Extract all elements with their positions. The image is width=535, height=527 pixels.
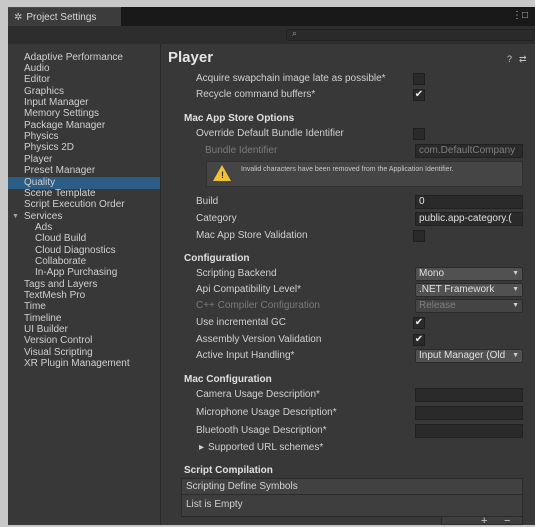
warning-box: ! Invalid characters have been removed f…	[206, 161, 523, 187]
active-input-label: Active Input Handling*	[196, 350, 295, 361]
page-title: Player	[168, 49, 214, 66]
settings-sidebar: Adaptive Performance Audio Editor Graphi…	[8, 44, 160, 525]
row-active-input: Active Input Handling* Input Manager (Ol…	[161, 348, 535, 364]
cpp-compiler-dropdown[interactable]: Release ▼	[415, 299, 523, 313]
sidebar-item-script-execution-order[interactable]: Script Execution Order	[24, 199, 125, 211]
row-assembly-validation: Assembly Version Validation ✔	[161, 332, 535, 348]
microphone-usage-label: Microphone Usage Description*	[196, 407, 337, 418]
row-acquire-swapchain: Acquire swapchain image late as possible…	[161, 71, 535, 87]
mac-app-store-validation-label: Mac App Store Validation	[196, 230, 308, 241]
row-api-compat: Api Compatibility Level* .NET Framework ▼	[161, 282, 535, 298]
build-field[interactable]: 0	[415, 195, 523, 209]
recycle-buffers-checkbox[interactable]: ✔	[413, 89, 425, 101]
sidebar-item-physics-2d[interactable]: Physics 2D	[24, 142, 74, 154]
bluetooth-usage-field[interactable]	[415, 424, 523, 438]
api-compat-dropdown[interactable]: .NET Framework ▼	[415, 283, 523, 297]
assembly-validation-checkbox[interactable]: ✔	[413, 334, 425, 346]
chevron-down-icon: ▼	[512, 286, 519, 293]
sidebar-item-memory-settings[interactable]: Memory Settings	[24, 108, 99, 120]
bluetooth-usage-label: Bluetooth Usage Description*	[196, 425, 327, 436]
define-symbols-list: List is Empty	[181, 495, 523, 517]
sidebar-item-editor[interactable]: Editor	[24, 74, 50, 86]
row-microphone-usage: Microphone Usage Description*	[161, 405, 535, 421]
gear-icon: ✲	[14, 11, 23, 23]
row-category: Category public.app-category.(	[161, 211, 535, 227]
remove-symbol-button[interactable]: −	[504, 516, 510, 527]
sidebar-item-version-control[interactable]: Version Control	[24, 335, 92, 347]
category-label: Category	[196, 213, 237, 224]
chevron-down-icon: ▼	[512, 302, 519, 309]
help-icon[interactable]: ?	[507, 54, 512, 64]
acquire-swapchain-label: Acquire swapchain image late as possible…	[196, 73, 386, 84]
mac-app-store-header: Mac App Store Options	[184, 113, 295, 124]
scripting-backend-value: Mono	[419, 268, 445, 279]
sidebar-item-time[interactable]: Time	[24, 301, 46, 313]
override-bundle-checkbox[interactable]	[413, 128, 425, 140]
sidebar-item-preset-manager[interactable]: Preset Manager	[24, 165, 95, 177]
tab-title: Project Settings	[26, 11, 97, 23]
acquire-swapchain-checkbox[interactable]	[413, 73, 425, 85]
define-symbols-header: Scripting Define Symbols	[181, 478, 523, 495]
recycle-buffers-label: Recycle command buffers*	[196, 89, 316, 100]
active-input-dropdown[interactable]: Input Manager (Old ▼	[415, 349, 523, 363]
row-incremental-gc: Use incremental GC ✔	[161, 315, 535, 331]
row-mac-app-store-validation: Mac App Store Validation	[161, 228, 535, 244]
row-camera-usage: Camera Usage Description*	[161, 387, 535, 403]
override-bundle-label: Override Default Bundle Identifier	[196, 128, 344, 139]
project-settings-window: ✲ Project Settings ⋮ □ ⌕ Adaptive Perfor…	[8, 7, 535, 527]
search-input[interactable]: ⌕	[286, 28, 535, 41]
search-icon: ⌕	[292, 28, 298, 38]
menu-icon[interactable]: ⋮	[512, 10, 522, 21]
scripting-backend-label: Scripting Backend	[196, 268, 277, 279]
preset-icon[interactable]: ⇄	[519, 54, 527, 65]
incremental-gc-checkbox[interactable]: ✔	[413, 317, 425, 329]
microphone-usage-field[interactable]	[415, 406, 523, 420]
row-recycle-buffers: Recycle command buffers* ✔	[161, 87, 535, 103]
scripting-backend-dropdown[interactable]: Mono ▼	[415, 267, 523, 281]
toolbar: ⌕	[8, 26, 535, 45]
bundle-identifier-field[interactable]: com.DefaultCompany	[415, 144, 523, 158]
active-input-value: Input Manager (Old	[419, 350, 506, 361]
player-settings-panel: Player ? ⇄ Acquire swapchain image late …	[161, 44, 535, 527]
camera-usage-label: Camera Usage Description*	[196, 389, 320, 400]
expand-caret-icon[interactable]: ▼	[12, 213, 19, 220]
cpp-compiler-label: C++ Compiler Configuration	[196, 300, 320, 311]
camera-usage-field[interactable]	[415, 388, 523, 402]
warning-exclamation: !	[221, 170, 224, 180]
mac-configuration-header: Mac Configuration	[184, 374, 272, 385]
sidebar-item-xr-plugin-management[interactable]: XR Plugin Management	[24, 358, 130, 370]
add-symbol-button[interactable]: +	[481, 516, 487, 527]
row-build: Build 0	[161, 194, 535, 210]
title-bar: ✲ Project Settings ⋮ □	[8, 7, 535, 26]
row-cpp-compiler: C++ Compiler Configuration Release ▼	[161, 298, 535, 314]
script-compilation-header: Script Compilation	[184, 465, 273, 476]
row-override-bundle: Override Default Bundle Identifier	[161, 126, 535, 142]
incremental-gc-label: Use incremental GC	[196, 317, 287, 328]
row-bundle-identifier: Bundle Identifier com.DefaultCompany	[161, 143, 535, 159]
sidebar-item-cloud-build[interactable]: Cloud Build	[35, 233, 86, 245]
build-label: Build	[196, 196, 219, 207]
row-supported-url[interactable]: ▸ Supported URL schemes*	[161, 440, 535, 456]
maximize-icon[interactable]: □	[522, 10, 528, 21]
api-compat-value: .NET Framework	[419, 284, 495, 295]
foldout-arrow-icon[interactable]: ▸	[199, 442, 204, 453]
api-compat-label: Api Compatibility Level*	[196, 284, 302, 295]
bundle-identifier-label: Bundle Identifier	[205, 145, 278, 156]
row-scripting-backend: Scripting Backend Mono ▼	[161, 266, 535, 282]
warning-message: Invalid characters have been removed fro…	[241, 166, 454, 173]
mac-app-store-validation-checkbox[interactable]	[413, 230, 425, 242]
configuration-header: Configuration	[184, 253, 250, 264]
assembly-validation-label: Assembly Version Validation	[196, 334, 322, 345]
chevron-down-icon: ▼	[512, 270, 519, 277]
chevron-down-icon: ▼	[512, 352, 519, 359]
sidebar-item-in-app-purchasing[interactable]: In-App Purchasing	[35, 267, 117, 279]
category-field[interactable]: public.app-category.(	[415, 212, 523, 226]
cpp-compiler-value: Release	[419, 300, 456, 311]
supported-url-label[interactable]: Supported URL schemes*	[208, 442, 323, 453]
tab-project-settings[interactable]: ✲ Project Settings	[8, 7, 121, 26]
row-bluetooth-usage: Bluetooth Usage Description*	[161, 423, 535, 439]
